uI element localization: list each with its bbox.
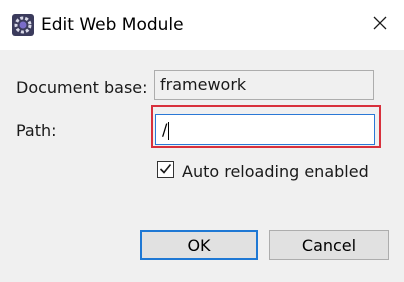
eclipse-gear-icon: [12, 14, 34, 36]
document-base-label: Document base:: [16, 78, 148, 97]
close-icon: [372, 15, 388, 35]
auto-reload-label[interactable]: Auto reloading enabled: [182, 162, 369, 182]
auto-reload-checkbox[interactable]: [157, 161, 174, 178]
edit-web-module-dialog: Edit Web Module Document base: framework…: [0, 0, 404, 282]
title-bar: Edit Web Module: [0, 0, 404, 50]
path-label: Path:: [16, 121, 57, 140]
checkmark-icon: [159, 160, 172, 179]
path-input[interactable]: /: [155, 114, 375, 145]
ok-button[interactable]: OK: [140, 230, 258, 260]
path-value: /: [162, 120, 168, 139]
text-caret: [168, 121, 170, 140]
window-title: Edit Web Module: [41, 15, 184, 35]
cancel-button[interactable]: Cancel: [269, 230, 389, 260]
document-base-field: framework: [154, 70, 374, 100]
document-base-value: framework: [160, 75, 247, 94]
close-button[interactable]: [360, 8, 400, 42]
dialog-content: Document base: framework Path: / Auto re…: [0, 50, 404, 282]
